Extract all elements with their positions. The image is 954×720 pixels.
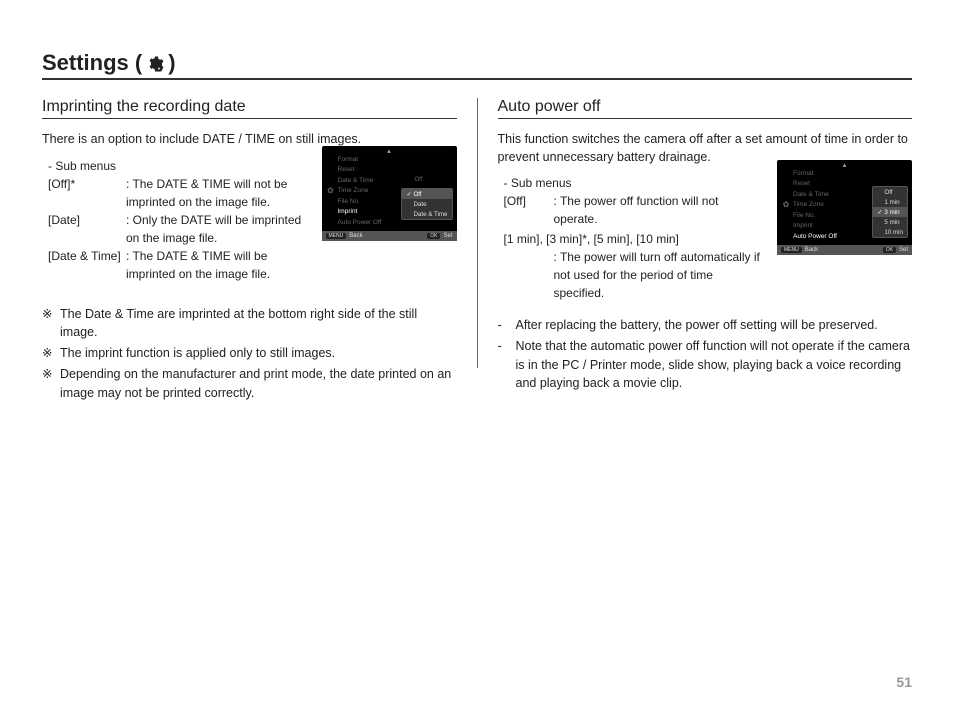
submenu-label: [Off] — [504, 192, 554, 228]
camera-menu-text: Format — [791, 170, 908, 177]
reference-marker: ※ — [42, 344, 60, 363]
camera-option: 10 min — [873, 227, 907, 237]
back-label: Back — [349, 233, 362, 239]
camera-option: 1 min — [873, 197, 907, 207]
submenu-label — [504, 248, 554, 302]
camera-menu-text: Date & Time — [336, 177, 415, 184]
camera-option: Date & Time — [402, 209, 451, 219]
note-text: Note that the automatic power off functi… — [516, 337, 913, 393]
camera-menu-text: Reset — [336, 166, 453, 173]
left-notes: ※The Date & Time are imprinted at the bo… — [42, 305, 457, 403]
option-popup: Off1 min✓3 min5 min10 min — [872, 186, 908, 238]
menu-button-label: MENU — [781, 247, 802, 253]
note-text: The Date & Time are imprinted at the bot… — [60, 305, 457, 343]
dash-marker: - — [498, 337, 516, 393]
check-icon: ✓ — [406, 191, 413, 198]
camera-option: Date — [402, 199, 451, 209]
submenu-label: [Off]* — [48, 175, 126, 211]
camera-menu-value: Off — [415, 177, 453, 183]
ok-button-label: OK — [427, 233, 440, 239]
left-column: Imprinting the recording date There is a… — [42, 98, 457, 404]
reference-marker: ※ — [42, 365, 60, 403]
set-label: Set — [899, 247, 908, 253]
gear-icon — [146, 50, 164, 76]
menu-button-label: MENU — [326, 233, 347, 239]
right-section-title: Auto power off — [498, 98, 913, 119]
submenu-desc: : The power will turn off automatically … — [554, 248, 913, 302]
left-section-title: Imprinting the recording date — [42, 98, 457, 119]
set-label: Set — [443, 233, 452, 239]
ok-button-label: OK — [883, 247, 896, 253]
submenu-row: [Date & Time] : The DATE & TIME will be … — [48, 247, 457, 283]
camera-footer: MENU Back OK Set — [322, 231, 457, 241]
column-divider — [477, 98, 478, 368]
camera-option: ✓Off — [402, 189, 451, 199]
back-label: Back — [805, 247, 818, 253]
camera-menu-row: Reset — [322, 165, 457, 176]
camera-screenshot-autopower: ▴ FormatResetDate & Time✿Time ZoneFile N… — [777, 160, 912, 255]
submenu-desc: : The DATE & TIME will be imprinted on t… — [126, 247, 457, 283]
camera-menu-row: Format — [322, 154, 457, 165]
option-popup: ✓OffDateDate & Time — [401, 188, 452, 220]
camera-option: ✓3 min — [873, 207, 907, 217]
camera-footer: MENU Back OK Set — [777, 245, 912, 255]
title-prefix: Settings ( — [42, 50, 142, 76]
dash-marker: - — [498, 316, 516, 335]
reference-marker: ※ — [42, 305, 60, 343]
camera-menu-text: Format — [336, 156, 453, 163]
check-icon: ✓ — [877, 209, 884, 216]
title-suffix: ) — [168, 50, 175, 76]
gear-icon: ✿ — [781, 200, 791, 209]
camera-option: Off — [873, 187, 907, 197]
gear-icon: ✿ — [326, 186, 336, 195]
right-notes: - After replacing the battery, the power… — [498, 316, 913, 393]
note-text: After replacing the battery, the power o… — [516, 316, 913, 335]
camera-menu-row: Format — [777, 168, 912, 179]
page-number: 51 — [896, 674, 912, 690]
submenu-row: : The power will turn off automatically … — [504, 248, 913, 302]
camera-screenshot-imprint: ▴ FormatResetDate & TimeOff✿Time ZoneFil… — [322, 146, 457, 241]
camera-option: 5 min — [873, 217, 907, 227]
note-text: The imprint function is applied only to … — [60, 344, 457, 363]
submenu-label: [Date & Time] — [48, 247, 126, 283]
camera-menu-row: Date & TimeOff — [322, 175, 457, 186]
submenu-label: [Date] — [48, 211, 126, 247]
note-text: Depending on the manufacturer and print … — [60, 365, 457, 403]
page-title: Settings ( ) — [42, 50, 912, 80]
right-column: Auto power off This function switches th… — [498, 98, 913, 404]
